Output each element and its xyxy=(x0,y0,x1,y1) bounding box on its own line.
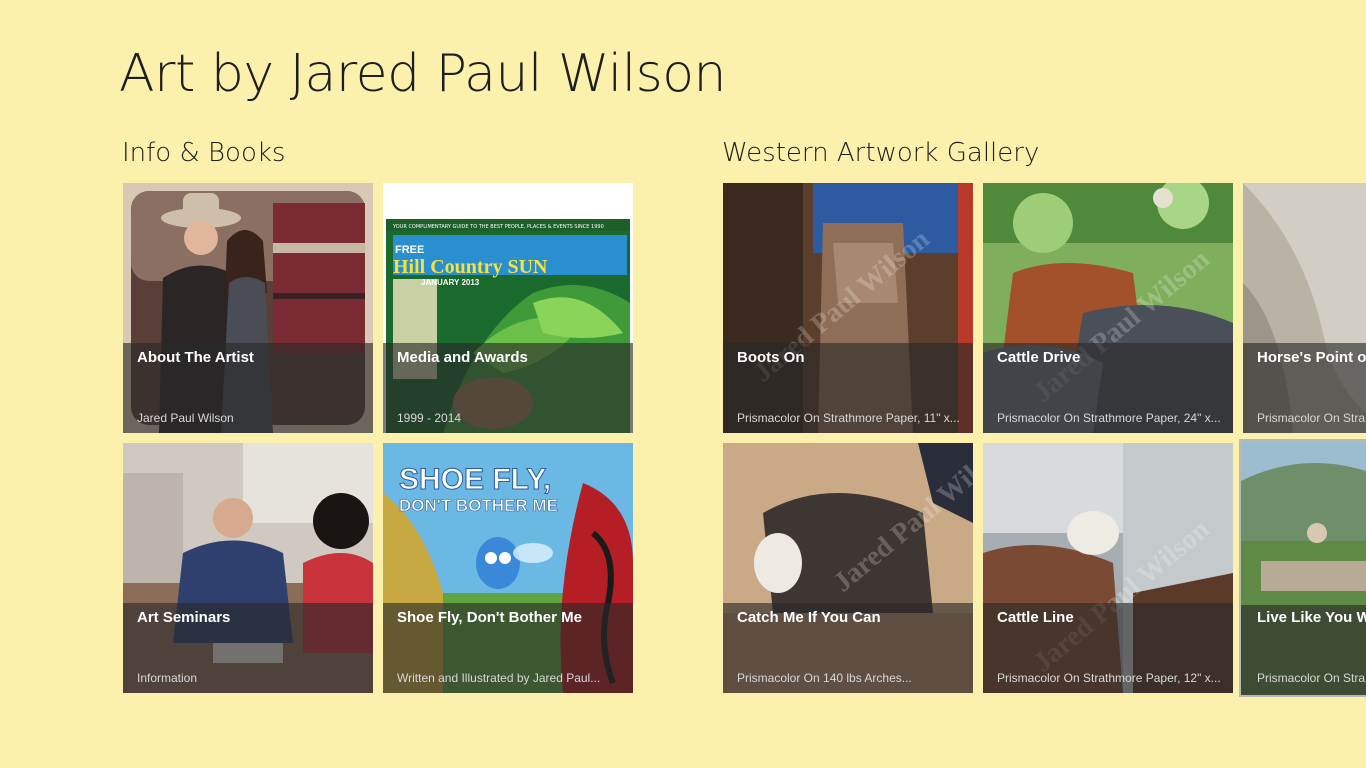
tile-boots-on[interactable]: Jared Paul Wilson Boots On Prismacolor O… xyxy=(723,183,973,433)
tile-subtitle: Prismacolor On Strathmore Paper, 12" x..… xyxy=(997,671,1221,685)
tile-subtitle: Prismacolor On Strathmore Paper, 11" x..… xyxy=(737,411,960,425)
tile-title: Shoe Fly, Don't Bother Me xyxy=(397,609,582,626)
tile-cattle-line[interactable]: Jared Paul Wilson Cattle Line Prismacolo… xyxy=(983,443,1233,693)
tile-shoe-fly[interactable]: SHOE FLY, DON'T BOTHER ME Shoe Fly, Don'… xyxy=(383,443,633,693)
magazine-free-label: FREE xyxy=(395,244,424,256)
section-header-info-books[interactable]: Info & Books xyxy=(122,138,285,168)
tile-art-seminars[interactable]: Art Seminars Information xyxy=(123,443,373,693)
magazine-issue: JANUARY 2013 xyxy=(421,278,480,287)
tile-subtitle: Information xyxy=(137,671,198,685)
tile-title: Art Seminars xyxy=(137,609,231,626)
tile-title: Catch Me If You Can xyxy=(737,609,881,626)
tile-live-like-you-were[interactable]: Live Like You We Prismacolor On Stra xyxy=(1239,439,1366,697)
book-title-line2: DON'T BOTHER ME xyxy=(399,496,558,515)
magazine-name: Hill Country SUN xyxy=(393,256,548,278)
tile-title: Horse's Point of xyxy=(1257,349,1366,366)
tile-subtitle: Jared Paul Wilson xyxy=(137,411,234,425)
tile-title: Cattle Drive xyxy=(997,349,1081,366)
tile-title: Live Like You We xyxy=(1257,609,1366,626)
tile-catch-me-if-you-can[interactable]: Jared Paul Wilson Catch Me If You Can Pr… xyxy=(723,443,973,693)
magazine-banner-text: YOUR COMPLIMENTARY GUIDE TO THE BEST PEO… xyxy=(392,224,604,230)
tile-title: Cattle Line xyxy=(997,609,1074,626)
tile-about-the-artist[interactable]: About The Artist Jared Paul Wilson xyxy=(123,183,373,433)
tile-horses-point-of[interactable]: Horse's Point of Prismacolor On Stra xyxy=(1243,183,1366,433)
tile-subtitle: Written and Illustrated by Jared Paul... xyxy=(397,671,601,685)
tile-subtitle: Prismacolor On Strathmore Paper, 24" x..… xyxy=(997,411,1221,425)
book-title-line1: SHOE FLY, xyxy=(399,463,551,496)
tile-cattle-drive[interactable]: Jared Paul Wilson Cattle Drive Prismacol… xyxy=(983,183,1233,433)
tile-media-and-awards[interactable]: YOUR COMPLIMENTARY GUIDE TO THE BEST PEO… xyxy=(383,183,633,433)
app-title: Art by Jared Paul Wilson xyxy=(119,44,727,104)
tile-title: Boots On xyxy=(737,349,805,366)
tile-subtitle: Prismacolor On Stra xyxy=(1257,671,1366,685)
tile-subtitle: 1999 - 2014 xyxy=(397,411,462,425)
section-header-western-gallery[interactable]: Western Artwork Gallery xyxy=(722,138,1039,168)
tile-subtitle: Prismacolor On Stra xyxy=(1257,411,1366,425)
tile-title: About The Artist xyxy=(137,349,254,366)
tile-subtitle: Prismacolor On 140 lbs Arches... xyxy=(737,671,912,685)
tile-title: Media and Awards xyxy=(397,349,528,366)
